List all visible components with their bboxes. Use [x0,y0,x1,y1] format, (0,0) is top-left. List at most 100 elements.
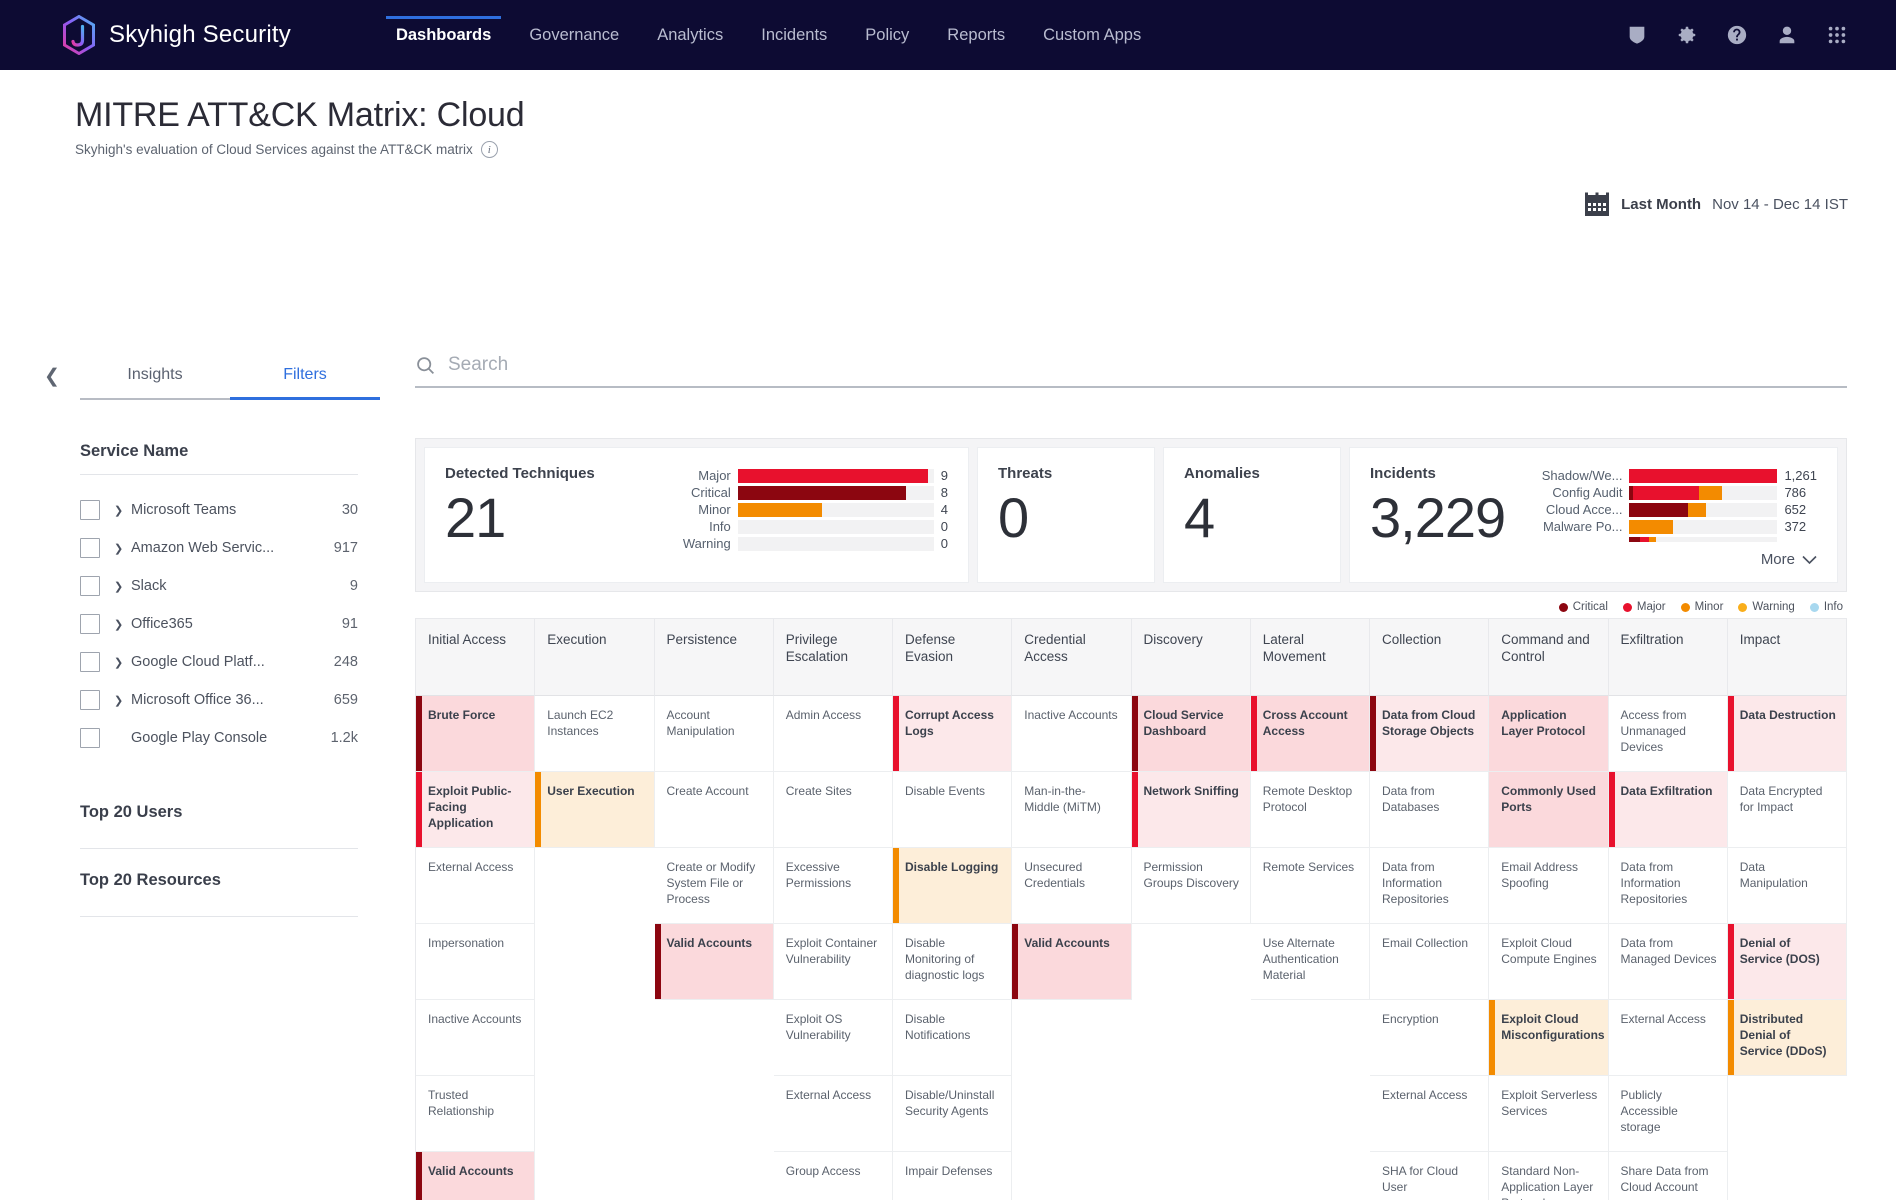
matrix-cell[interactable]: Denial of Service (DOS) [1728,924,1847,1000]
matrix-cell[interactable]: Disable Events [893,772,1012,848]
list-item[interactable]: ❯ Office365 91 [80,605,358,643]
matrix-cell[interactable]: Access from Unmanaged Devices [1609,696,1728,772]
matrix-cell[interactable]: Launch EC2 Instances [535,696,654,772]
checkbox[interactable] [80,728,100,748]
list-item[interactable]: ❯ Google Play Console 1.2k [80,719,358,757]
matrix-cell[interactable]: Distributed Denial of Service (DDoS) [1728,1000,1847,1076]
matrix-cell[interactable]: Data Destruction [1728,696,1847,772]
checkbox[interactable] [80,576,100,596]
list-item[interactable]: ❯ Amazon Web Servic... 917 [80,529,358,567]
matrix-cell[interactable]: Data Encrypted for Impact [1728,772,1847,848]
list-item[interactable]: ❯ Microsoft Office 36... 659 [80,681,358,719]
matrix-cell[interactable]: Account Manipulation [655,696,774,772]
nav-incidents[interactable]: Incidents [742,0,846,70]
filter-group-top-20-resources[interactable]: Top 20 Resources [80,849,385,903]
matrix-cell[interactable]: External Access [416,848,535,924]
checkbox[interactable] [80,652,100,672]
more-button[interactable]: More [1537,551,1817,568]
user-icon[interactable] [1776,24,1798,46]
shield-icon[interactable] [1626,24,1648,46]
matrix-cell[interactable]: External Access [1370,1076,1489,1152]
matrix-cell[interactable]: Disable Logging [893,848,1012,924]
apps-grid-icon[interactable] [1826,24,1848,46]
chevron-right-icon[interactable]: ❯ [114,618,124,631]
matrix-cell[interactable]: Data from Databases [1370,772,1489,848]
list-item[interactable]: ❯ Google Cloud Platf... 248 [80,643,358,681]
matrix-cell[interactable]: Brute Force [416,696,535,772]
matrix-cell[interactable]: Inactive Accounts [416,1000,535,1076]
brand-logo-group[interactable]: Skyhigh Security [62,15,291,55]
matrix-cell[interactable]: Share Data from Cloud Account [1609,1152,1728,1200]
kpi-card-incidents[interactable]: Incidents 3,229 Shadow/We... 1,261 [1349,447,1838,583]
matrix-cell[interactable]: Data from Information Repositories [1370,848,1489,924]
matrix-cell[interactable]: External Access [1609,1000,1728,1076]
chevron-right-icon[interactable]: ❯ [114,504,124,517]
nav-analytics[interactable]: Analytics [638,0,742,70]
matrix-cell[interactable]: User Execution [535,772,654,848]
nav-dashboards[interactable]: Dashboards [377,0,510,70]
collapse-panel-icon[interactable]: ❮ [44,367,60,386]
matrix-cell[interactable]: Data from Information Repositories [1609,848,1728,924]
nav-governance[interactable]: Governance [510,0,638,70]
matrix-cell[interactable]: Impersonation [416,924,535,1000]
kpi-card-threats[interactable]: Threats 0 [977,447,1155,583]
nav-policy[interactable]: Policy [846,0,928,70]
search-bar[interactable] [415,354,1847,388]
matrix-cell[interactable]: Disable/Uninstall Security Agents [893,1076,1012,1152]
gear-icon[interactable] [1676,24,1698,46]
matrix-cell[interactable]: Network Sniffing [1132,772,1251,848]
chevron-right-icon[interactable]: ❯ [114,694,124,707]
filter-group-top-20-users[interactable]: Top 20 Users [80,781,385,835]
matrix-cell[interactable]: Standard Non-Application Layer Protocol [1489,1152,1608,1200]
matrix-cell[interactable]: External Access [774,1076,893,1152]
chevron-right-icon[interactable]: ❯ [114,580,124,593]
matrix-cell[interactable]: Cloud Service Dashboard [1132,696,1251,772]
kpi-card-detected-techniques[interactable]: Detected Techniques 21 Major 9 Critical … [424,447,969,583]
matrix-cell[interactable]: Remote Desktop Protocol [1251,772,1370,848]
matrix-cell[interactable]: Use Alternate Authentication Material [1251,924,1370,1000]
matrix-cell[interactable]: Remote Services [1251,848,1370,924]
list-item[interactable]: ❯ Microsoft Teams 30 [80,491,358,529]
matrix-cell[interactable]: Create Sites [774,772,893,848]
matrix-cell[interactable]: Excessive Permissions [774,848,893,924]
matrix-cell[interactable]: Corrupt Access Logs [893,696,1012,772]
checkbox[interactable] [80,614,100,634]
kpi-card-anomalies[interactable]: Anomalies 4 [1163,447,1341,583]
nav-custom-apps[interactable]: Custom Apps [1024,0,1160,70]
matrix-cell[interactable]: Publicly Accessible storage [1609,1076,1728,1152]
matrix-cell[interactable]: Create or Modify System File or Process [655,848,774,924]
matrix-cell[interactable]: Admin Access [774,696,893,772]
matrix-cell[interactable]: Disable Monitoring of diagnostic logs [893,924,1012,1000]
matrix-cell[interactable]: Disable Notifications [893,1000,1012,1076]
matrix-cell[interactable]: Exploit Serverless Services [1489,1076,1608,1152]
matrix-cell[interactable]: Trusted Relationship [416,1076,535,1152]
matrix-cell[interactable]: Application Layer Protocol [1489,696,1608,772]
matrix-cell[interactable]: Unsecured Credentials [1012,848,1131,924]
matrix-cell[interactable]: Group Access [774,1152,893,1200]
matrix-cell[interactable]: Exploit Public-Facing Application [416,772,535,848]
search-input[interactable] [448,354,1847,376]
list-item[interactable]: ❯ Slack 9 [80,567,358,605]
checkbox[interactable] [80,538,100,558]
matrix-cell[interactable]: Data from Cloud Storage Objects [1370,696,1489,772]
chevron-right-icon[interactable]: ❯ [114,656,124,669]
help-icon[interactable] [1726,24,1748,46]
matrix-cell[interactable]: Data from Managed Devices [1609,924,1728,1000]
matrix-cell[interactable]: Exploit Cloud Misconfigurations [1489,1000,1608,1076]
matrix-cell[interactable]: Data Manipulation [1728,848,1847,924]
checkbox[interactable] [80,500,100,520]
matrix-cell[interactable]: Man-in-the-Middle (MiTM) [1012,772,1131,848]
matrix-cell[interactable]: SHA for Cloud User [1370,1152,1489,1200]
matrix-cell[interactable]: Data Exfiltration [1609,772,1728,848]
matrix-cell[interactable]: Valid Accounts [655,924,774,1000]
matrix-cell[interactable]: Exploit Container Vulnerability [774,924,893,1000]
date-range-picker[interactable]: Last Month Nov 14 - Dec 14 IST [1584,192,1848,217]
matrix-cell[interactable]: Impair Defenses [893,1152,1012,1200]
tab-filters[interactable]: Filters [230,357,380,400]
info-icon[interactable]: i [481,141,498,158]
matrix-cell[interactable]: Permission Groups Discovery [1132,848,1251,924]
matrix-cell[interactable]: Create Account [655,772,774,848]
matrix-cell[interactable]: Valid Accounts [1012,924,1131,1000]
nav-reports[interactable]: Reports [928,0,1024,70]
matrix-cell[interactable]: Email Collection [1370,924,1489,1000]
